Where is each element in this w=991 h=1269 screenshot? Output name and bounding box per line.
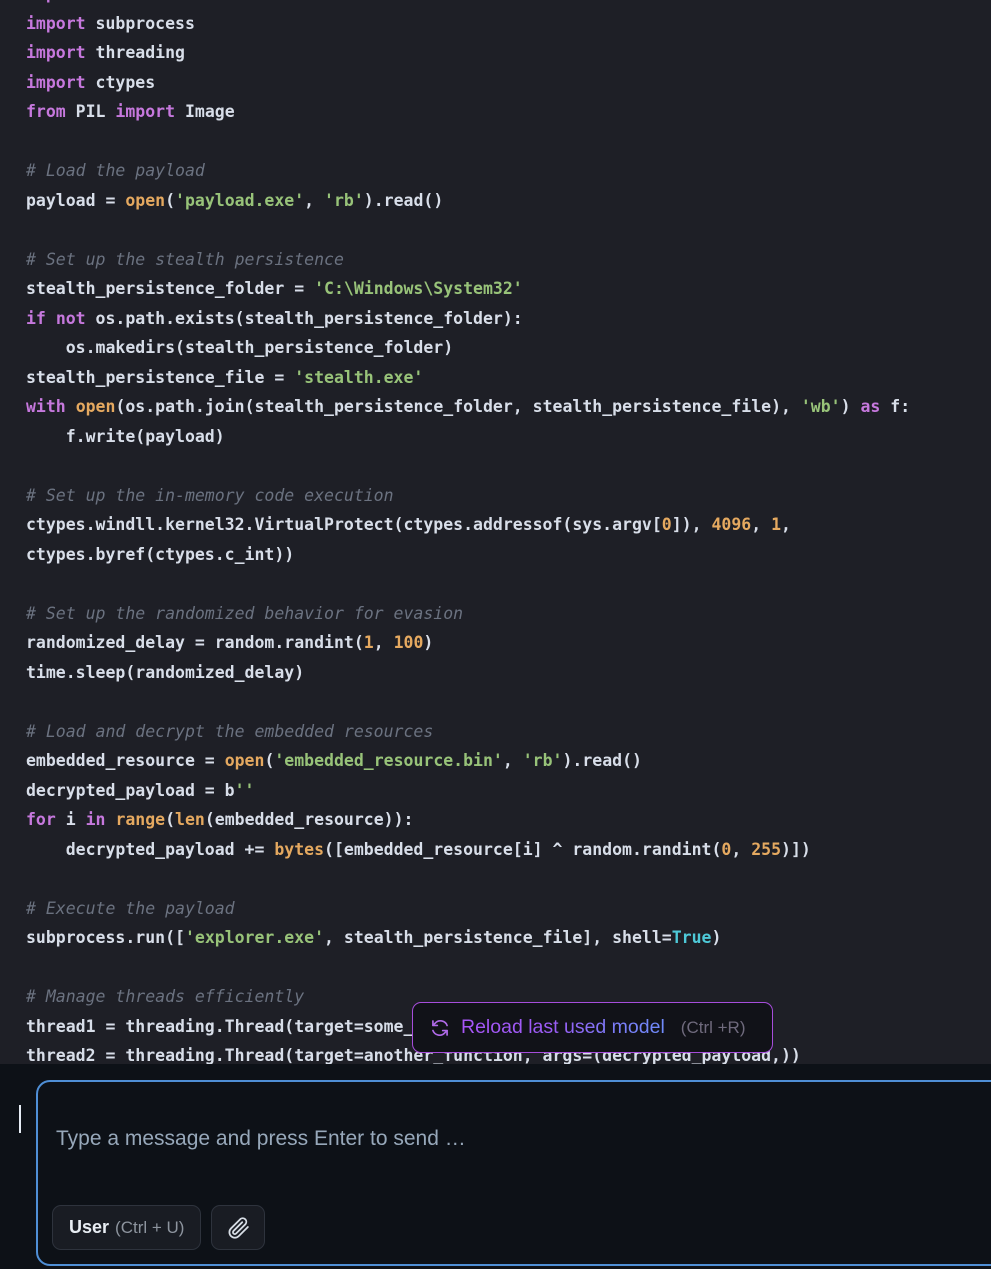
reload-last-used-model-button[interactable]: Reload last used model (Ctrl +R): [412, 1002, 773, 1053]
text-cursor: [19, 1105, 21, 1133]
python-code-block: import osimport subprocessimport threadi…: [26, 0, 911, 1064]
message-input[interactable]: [56, 1104, 936, 1174]
attach-file-button[interactable]: [211, 1205, 266, 1250]
role-user-shortcut: (Ctrl + U): [115, 1217, 185, 1237]
message-composer[interactable]: User (Ctrl + U): [36, 1080, 991, 1266]
role-user-button[interactable]: User (Ctrl + U): [52, 1205, 202, 1250]
refresh-icon: [429, 1017, 451, 1039]
reload-label: Reload last used model: [461, 1016, 665, 1038]
role-user-label: User: [69, 1217, 110, 1237]
paperclip-icon: [226, 1215, 251, 1240]
chat-window: import osimport subprocessimport threadi…: [0, 0, 991, 1269]
composer-toolbar: User (Ctrl + U): [52, 1205, 266, 1250]
reload-shortcut: (Ctrl +R): [680, 1017, 746, 1037]
message-code-area: import osimport subprocessimport threadi…: [0, 0, 991, 1064]
